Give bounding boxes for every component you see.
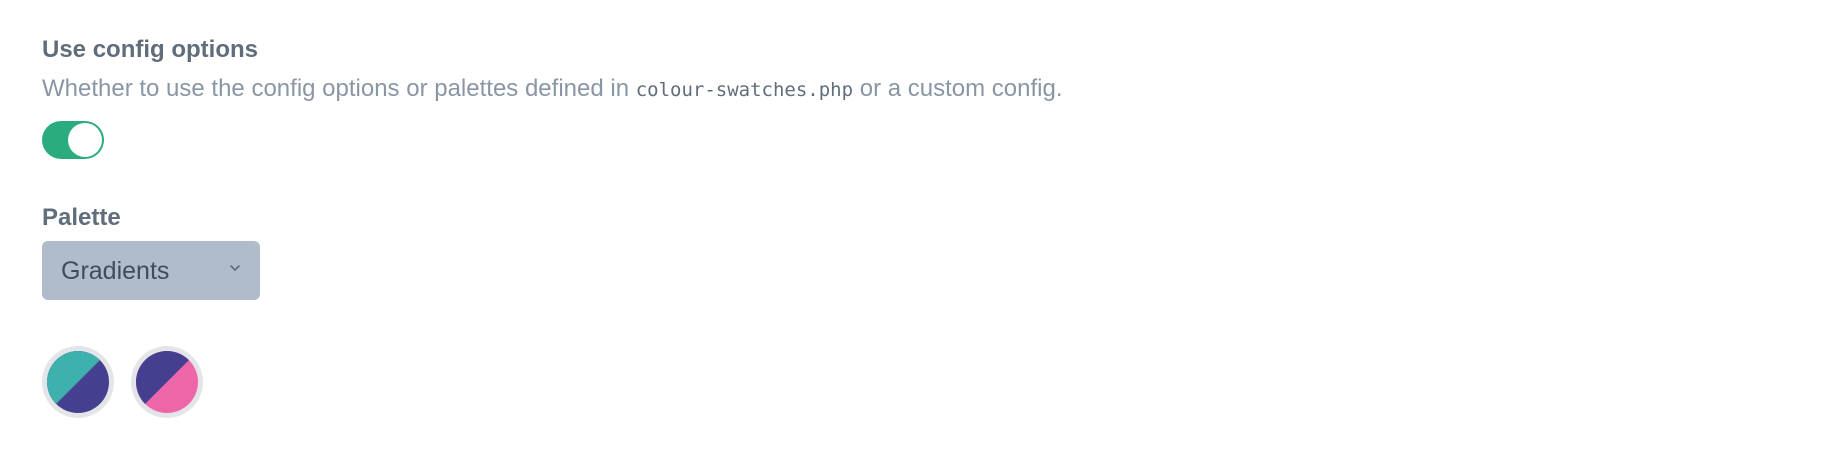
gradient-split-icon	[47, 351, 109, 413]
use-config-toggle[interactable]	[42, 121, 104, 159]
palette-label: Palette	[42, 204, 121, 231]
palette-select-value: Gradients	[61, 257, 170, 285]
swatch-indigo-pink[interactable]	[131, 346, 203, 418]
use-config-instructions: Whether to use the config options or pal…	[42, 74, 1063, 105]
swatch-teal-indigo[interactable]	[42, 346, 114, 418]
instructions-code: colour-swatches.php	[635, 79, 854, 101]
use-config-label: Use config options	[42, 36, 258, 63]
swatch-fill	[47, 351, 109, 413]
instructions-text-before: Whether to use the config options or pal…	[42, 75, 636, 102]
swatch-fill	[136, 351, 198, 413]
toggle-knob	[68, 123, 102, 157]
instructions-text-after: or a custom config.	[853, 75, 1063, 102]
chevron-down-icon	[230, 265, 240, 271]
gradient-split-icon	[136, 351, 198, 413]
palette-select[interactable]: Gradients	[42, 241, 260, 300]
settings-panel: Use config options Whether to use the co…	[0, 0, 1828, 466]
